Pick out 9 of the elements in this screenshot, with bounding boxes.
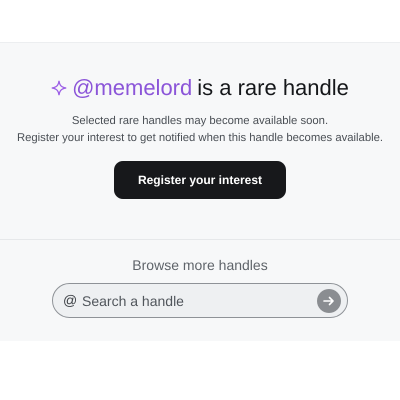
register-button[interactable]: Register your interest (114, 161, 286, 199)
heading-text: is a rare handle (197, 75, 349, 101)
browse-title: Browse more handles (132, 257, 268, 273)
sparkle-icon (51, 80, 68, 96)
handle-name: @memelord (72, 75, 192, 101)
arrow-button-icon[interactable] (317, 289, 341, 313)
description-text: Selected rare handles may become available soon. (70, 114, 330, 129)
description-text: Register your interest to get notified when this handle becomes available. (16, 131, 384, 146)
at-prefix: @ (63, 292, 78, 308)
